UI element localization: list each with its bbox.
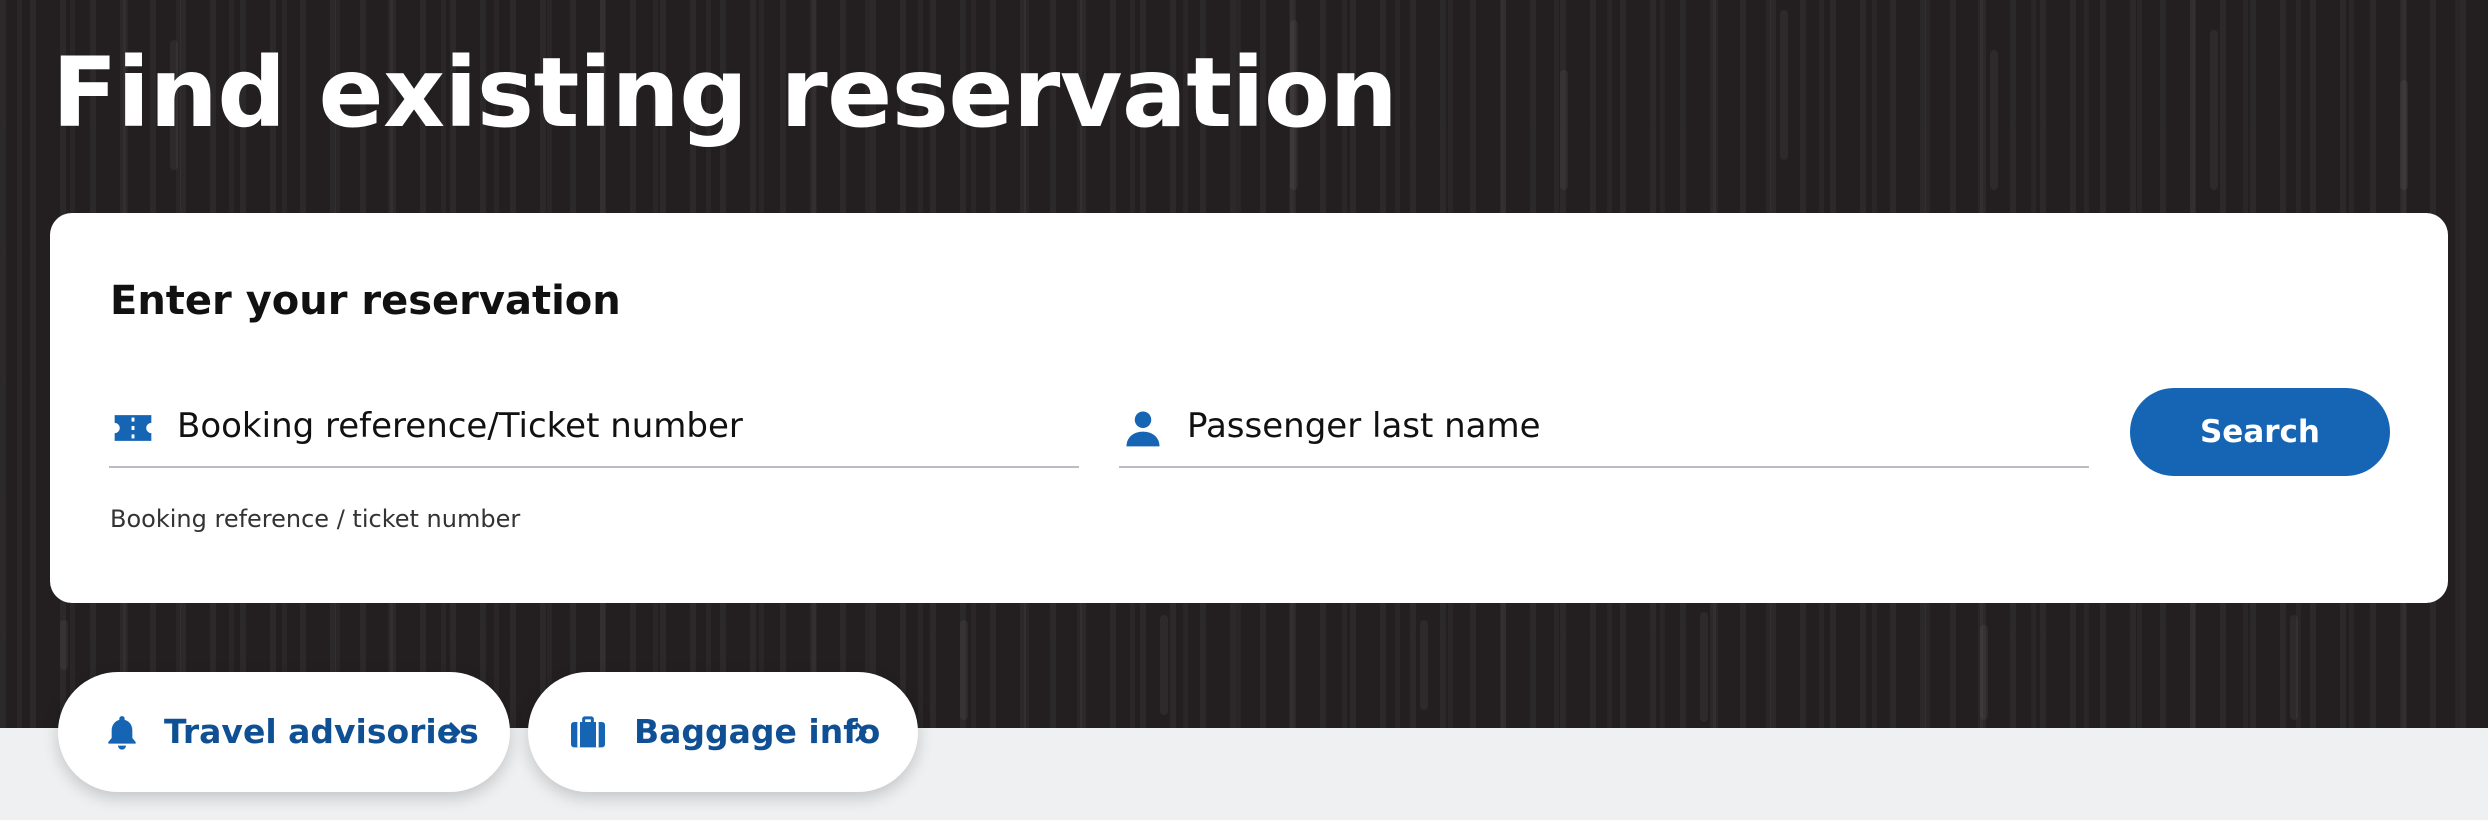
travel-advisories-link[interactable]: Travel advisories <box>58 672 510 792</box>
booking-reference-helper: Booking reference / ticket number <box>110 505 521 533</box>
reservation-card: Enter your reservation Booking reference… <box>50 213 2448 603</box>
background-pattern <box>60 620 68 670</box>
background-pattern <box>2210 30 2218 190</box>
ticket-icon <box>114 415 152 441</box>
card-heading: Enter your reservation <box>110 278 621 324</box>
travel-advisories-label: Travel advisories <box>164 712 479 751</box>
baggage-info-link[interactable]: Baggage info <box>528 672 918 792</box>
background-pattern <box>1780 10 1788 160</box>
suitcase-icon <box>571 716 605 748</box>
background-pattern <box>1990 50 1998 190</box>
passenger-last-name-input[interactable] <box>1187 396 2067 456</box>
search-button[interactable]: Search <box>2130 388 2390 476</box>
chevron-right-icon <box>855 722 867 742</box>
background-pattern <box>1420 620 1428 710</box>
chevron-right-icon <box>449 722 461 742</box>
background-pattern <box>2290 615 2298 720</box>
background-pattern <box>1560 70 1568 190</box>
background-pattern <box>1980 625 1988 720</box>
background-pattern <box>1160 615 1168 715</box>
passenger-last-name-field <box>1119 388 2089 468</box>
background-pattern <box>1700 612 1708 722</box>
background-pattern <box>960 620 968 720</box>
person-icon <box>1126 411 1160 447</box>
baggage-info-label: Baggage info <box>634 712 881 751</box>
page-title: Find existing reservation <box>52 37 1398 149</box>
bell-icon <box>108 716 136 750</box>
booking-reference-field <box>109 388 1079 468</box>
booking-reference-input[interactable] <box>177 396 1057 456</box>
background-pattern <box>2400 80 2408 190</box>
